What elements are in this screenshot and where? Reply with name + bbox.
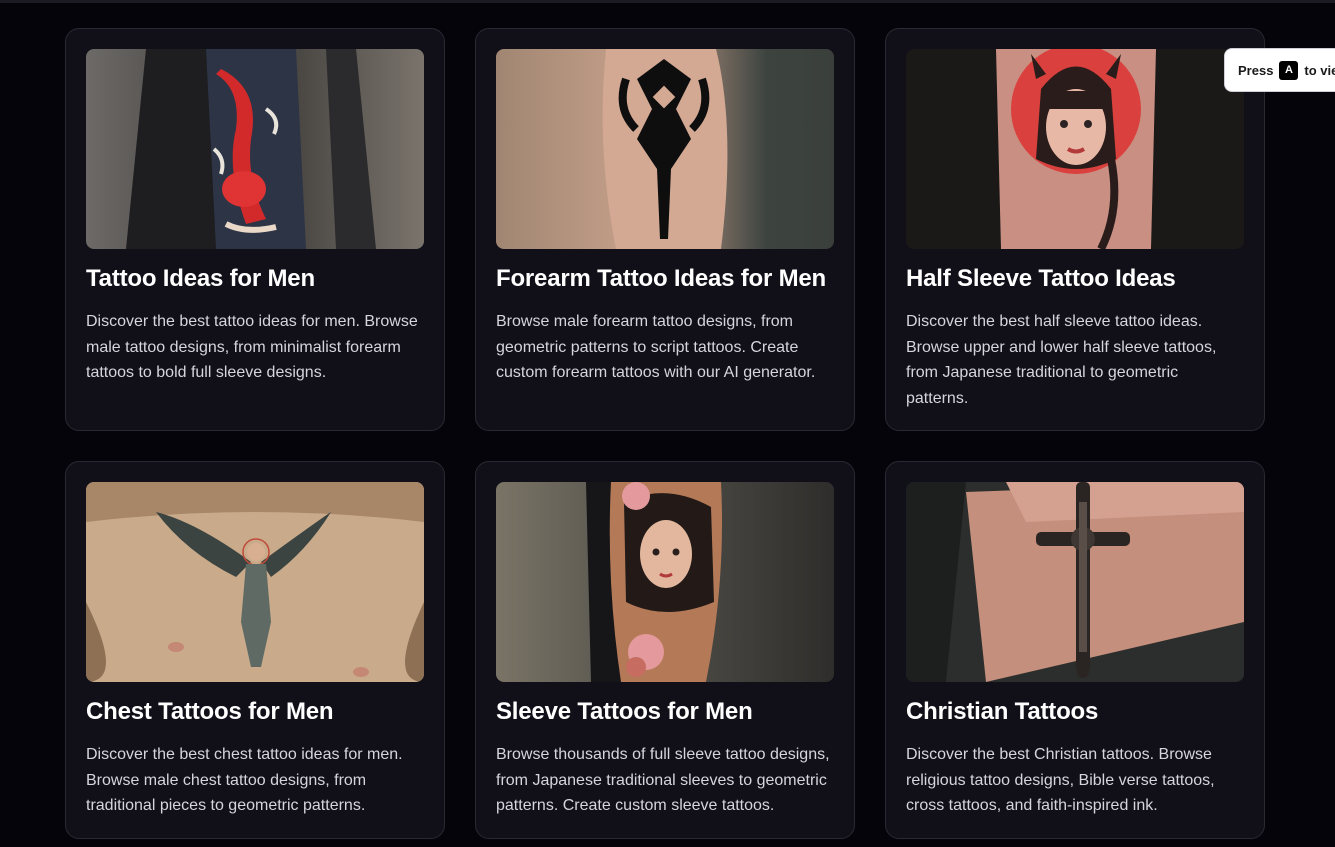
category-card-forearm-tattoo-ideas-men[interactable]: Forearm Tattoo Ideas for Men Browse male…	[475, 28, 855, 431]
keyboard-shortcut-toast[interactable]: Press A to vie	[1224, 48, 1335, 92]
card-title[interactable]: Tattoo Ideas for Men	[86, 264, 424, 294]
portrait-tattoo-image	[906, 49, 1244, 249]
card-description: Discover the best tattoo ideas for men. …	[86, 313, 418, 382]
card-title[interactable]: Sleeve Tattoos for Men	[496, 697, 834, 727]
category-card-half-sleeve-tattoo-ideas[interactable]: Half Sleeve Tattoo Ideas Discover the be…	[885, 28, 1265, 431]
tribal-arm-image	[496, 49, 834, 249]
card-description: Discover the best half sleeve tattoo ide…	[906, 313, 1217, 408]
card-title[interactable]: Half Sleeve Tattoo Ideas	[906, 264, 1244, 294]
card-title[interactable]: Forearm Tattoo Ideas for Men	[496, 264, 834, 294]
cross-forearm-image	[906, 482, 1244, 682]
card-description: Discover the best chest tattoo ideas for…	[86, 746, 403, 815]
geisha-sleeve-image	[496, 482, 834, 682]
category-card-chest-tattoos-men[interactable]: Chest Tattoos for Men Discover the best …	[65, 461, 445, 839]
toast-suffix: to vie	[1304, 62, 1335, 78]
card-description: Browse thousands of full sleeve tattoo d…	[496, 746, 830, 815]
category-card-sleeve-tattoos-men[interactable]: Sleeve Tattoos for Men Browse thousands …	[475, 461, 855, 839]
koi-sleeve-image	[86, 49, 424, 249]
category-card-tattoo-ideas-men[interactable]: Tattoo Ideas for Men Discover the best t…	[65, 28, 445, 431]
toast-prefix: Press	[1238, 62, 1274, 78]
angel-chest-image	[86, 482, 424, 682]
card-title[interactable]: Chest Tattoos for Men	[86, 697, 424, 727]
keyboard-key-badge: A	[1279, 60, 1299, 80]
category-grid: Tattoo Ideas for Men Discover the best t…	[65, 28, 1265, 839]
top-edge-strip	[0, 0, 1335, 3]
category-card-christian-tattoos[interactable]: Christian Tattoos Discover the best Chri…	[885, 461, 1265, 839]
card-title[interactable]: Christian Tattoos	[906, 697, 1244, 727]
card-description: Discover the best Christian tattoos. Bro…	[906, 746, 1215, 815]
card-description: Browse male forearm tattoo designs, from…	[496, 313, 816, 382]
